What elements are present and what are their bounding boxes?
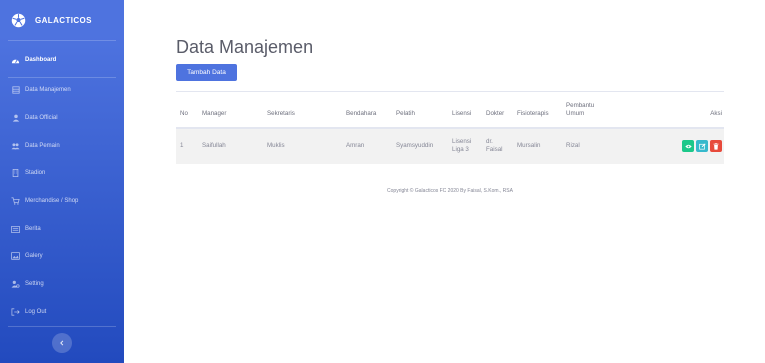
column-header-lisensi: Lisensi bbox=[452, 110, 472, 118]
sidebar-item-data-manajemen[interactable]: Data Manajemen bbox=[0, 80, 124, 100]
sidebar-divider bbox=[8, 40, 116, 41]
add-data-button[interactable]: Tambah Data bbox=[176, 64, 237, 81]
sidebar-item-label: Log Out bbox=[25, 309, 47, 315]
cell-sekretaris: Muklis bbox=[267, 141, 285, 149]
sidebar-item-label: Galery bbox=[25, 253, 43, 259]
brand-name: GALACTICOS bbox=[35, 15, 92, 25]
cell-no: 1 bbox=[180, 141, 184, 149]
soccer-ball-icon bbox=[11, 13, 26, 27]
sidebar-item-log-out[interactable]: Log Out bbox=[0, 302, 124, 322]
newspaper-icon bbox=[11, 225, 20, 234]
cell-fisioterapis: Mursalin bbox=[517, 141, 541, 149]
view-button[interactable] bbox=[682, 140, 694, 152]
table-row: 1 Saifullah Muklis Amran Syamsyuddin Lis… bbox=[176, 127, 724, 164]
sidebar-item-dashboard[interactable]: Dashboard bbox=[0, 50, 124, 70]
sidebar-item-label: Data Manajemen bbox=[25, 87, 71, 93]
column-header-manager: Manager bbox=[202, 110, 227, 118]
tachometer-icon bbox=[11, 56, 20, 65]
edit-button[interactable] bbox=[696, 140, 708, 152]
sidebar-item-data-pemain[interactable]: Data Pemain bbox=[0, 136, 124, 156]
sidebar-divider bbox=[8, 77, 116, 78]
column-header-pembantu-umum: Pembantu Umum bbox=[566, 101, 595, 118]
cell-bendahara: Amran bbox=[346, 141, 365, 149]
column-header-bendahara: Bendahara bbox=[346, 110, 377, 118]
footer-copyright: Copyright © Galacticos FC 2020 By Faisal… bbox=[387, 188, 513, 194]
table-icon bbox=[11, 86, 20, 95]
manajemen-table: No Manager Sekretaris Bendahara Pelatih … bbox=[176, 91, 724, 164]
row-actions bbox=[616, 140, 722, 152]
logout-icon bbox=[11, 308, 20, 317]
sidebar-item-label: Setting bbox=[25, 281, 44, 287]
trash-icon bbox=[713, 142, 719, 150]
sidebar-item-data-official[interactable]: Data Official bbox=[0, 108, 124, 128]
eye-icon bbox=[684, 144, 692, 148]
edit-icon bbox=[698, 143, 706, 150]
cart-icon bbox=[11, 197, 20, 206]
cell-manager: Saifullah bbox=[202, 141, 226, 149]
column-header-no: No bbox=[180, 110, 188, 118]
sidebar-item-merchandise-shop[interactable]: Merchandise / Shop bbox=[0, 191, 124, 211]
building-icon bbox=[11, 169, 20, 178]
sidebar-item-label: Merchandise / Shop bbox=[25, 198, 79, 204]
sidebar: GALACTICOS Dashboard Data Manajemen Data… bbox=[0, 0, 124, 363]
column-header-aksi: Aksi bbox=[710, 110, 722, 118]
table-header-row: No Manager Sekretaris Bendahara Pelatih … bbox=[176, 91, 724, 128]
user-cog-icon bbox=[11, 280, 20, 289]
sidebar-item-label: Stadion bbox=[25, 170, 46, 176]
sidebar-item-stadion[interactable]: Stadion bbox=[0, 163, 124, 183]
cell-aksi bbox=[612, 128, 724, 164]
cell-lisensi: Lisensi Liga 3 bbox=[452, 137, 472, 153]
column-header-dokter: Dokter bbox=[486, 110, 505, 118]
sidebar-brand[interactable]: GALACTICOS bbox=[0, 0, 124, 40]
column-header-fisioterapis: Fisioterapis bbox=[517, 110, 549, 118]
users-icon bbox=[11, 142, 20, 151]
cell-pelatih: Syamsyuddin bbox=[396, 141, 434, 149]
page-title: Data Manajemen bbox=[176, 37, 314, 57]
sidebar-divider bbox=[8, 326, 116, 327]
sidebar-item-berita[interactable]: Berita bbox=[0, 219, 124, 239]
image-icon bbox=[11, 252, 20, 261]
user-icon bbox=[11, 114, 20, 123]
column-header-pelatih: Pelatih bbox=[396, 110, 415, 118]
sidebar-toggle-button[interactable] bbox=[52, 333, 72, 353]
sidebar-item-galery[interactable]: Galery bbox=[0, 246, 124, 266]
sidebar-item-label: Data Pemain bbox=[25, 143, 60, 149]
sidebar-item-label: Dashboard bbox=[25, 57, 57, 63]
cell-dokter: dr. Faisal bbox=[486, 137, 503, 153]
sidebar-item-setting[interactable]: Setting bbox=[0, 274, 124, 294]
sidebar-item-label: Data Official bbox=[25, 115, 58, 121]
cell-pembantu-umum: Rizal bbox=[566, 141, 580, 149]
column-header-sekretaris: Sekretaris bbox=[267, 110, 295, 118]
delete-button[interactable] bbox=[710, 140, 722, 152]
chevron-left-icon bbox=[60, 340, 64, 346]
sidebar-item-label: Berita bbox=[25, 226, 41, 232]
